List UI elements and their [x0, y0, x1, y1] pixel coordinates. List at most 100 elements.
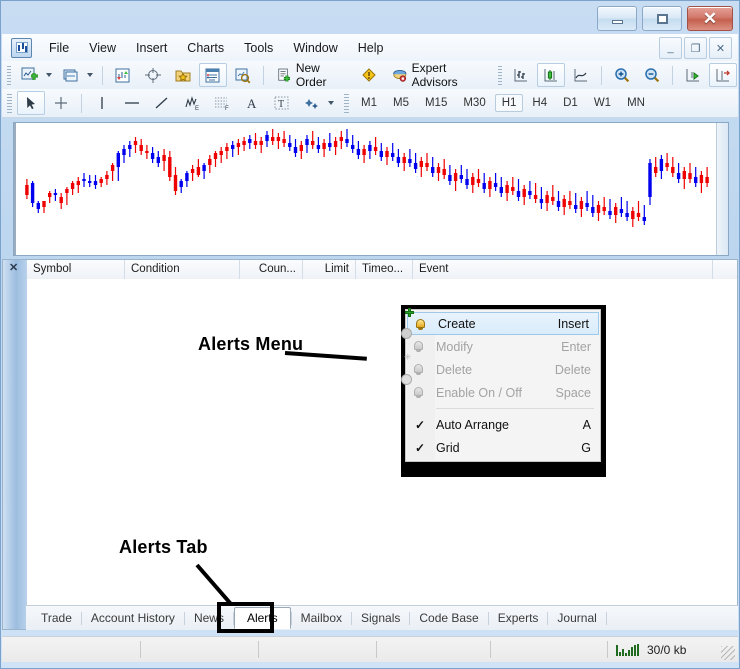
- column-header-limit[interactable]: Limit: [303, 260, 356, 279]
- zoom-out-icon[interactable]: [638, 63, 666, 87]
- navigator-icon[interactable]: [169, 63, 197, 87]
- timeframe-m15[interactable]: M15: [418, 94, 454, 112]
- mdi-close-button[interactable]: ✕: [709, 37, 732, 59]
- zoom-in-icon[interactable]: [608, 63, 636, 87]
- menu-item-auto-arrange[interactable]: ✓ Auto Arrange A: [406, 413, 600, 436]
- data-window-icon[interactable]: [199, 63, 228, 87]
- timeframe-m5[interactable]: M5: [386, 94, 416, 112]
- new-order-button[interactable]: New Order: [270, 61, 353, 89]
- timeframe-d1[interactable]: D1: [556, 94, 585, 112]
- resize-grip[interactable]: [721, 646, 735, 660]
- menu-item-view[interactable]: View: [80, 37, 125, 59]
- text-icon[interactable]: A: [238, 91, 266, 115]
- tab-signals[interactable]: Signals: [352, 608, 409, 628]
- menu-item-create[interactable]: Create Insert: [405, 308, 599, 335]
- menu-item-insert[interactable]: Insert: [127, 37, 176, 59]
- timeframe-m30[interactable]: M30: [456, 94, 492, 112]
- menu-item-label: Grid: [436, 440, 460, 455]
- close-button[interactable]: ✕: [687, 6, 733, 31]
- column-header-condition[interactable]: Condition: [125, 260, 240, 279]
- menu-item-label: Enable On / Off: [436, 385, 522, 400]
- expert-advisors-button[interactable]: Expert Advisors: [385, 61, 491, 89]
- menu-item-shortcut: Delete: [554, 362, 591, 377]
- crosshair-icon[interactable]: [47, 91, 75, 115]
- column-header-symbol[interactable]: Symbol: [27, 260, 125, 279]
- menu-item-charts[interactable]: Charts: [178, 37, 233, 59]
- mdi-restore-button[interactable]: ❐: [684, 37, 707, 59]
- menu-bar: File View Insert Charts Tools Window Hel…: [2, 34, 738, 62]
- open-profile-icon[interactable]: [57, 63, 85, 87]
- svg-text:T: T: [278, 99, 284, 110]
- svg-text:F: F: [225, 106, 229, 111]
- menu-item-help[interactable]: Help: [349, 37, 393, 59]
- main-toolbar: New Order Expert Advisors: [2, 61, 738, 90]
- column-header-timeo[interactable]: Timeo...: [356, 260, 413, 279]
- chart-pane[interactable]: [13, 122, 729, 256]
- fibonacci-icon[interactable]: F: [208, 91, 236, 115]
- tab-mailbox[interactable]: Mailbox: [292, 608, 351, 628]
- timeframe-m1[interactable]: M1: [354, 94, 384, 112]
- alerts-grid[interactable]: [27, 279, 737, 629]
- vertical-line-icon[interactable]: [88, 91, 116, 115]
- bar-chart-icon[interactable]: [507, 63, 535, 87]
- bell-enable-icon: [401, 374, 428, 401]
- menu-item-enable-on-off: Enable On / Off Space: [401, 374, 600, 404]
- tab-separator: [605, 611, 607, 625]
- maximize-button[interactable]: [642, 6, 682, 31]
- toolbar-grip[interactable]: [7, 93, 12, 113]
- tab-trade[interactable]: Trade: [32, 608, 81, 628]
- tab-alerts[interactable]: Alerts: [233, 607, 291, 629]
- toolbar-grip[interactable]: [344, 93, 349, 113]
- horizontal-line-icon[interactable]: [118, 91, 146, 115]
- menu-item-label: Delete: [436, 362, 473, 377]
- auto-scroll-icon[interactable]: [679, 63, 707, 87]
- crosshair-icon[interactable]: [139, 63, 167, 87]
- toolbar-separator: [102, 65, 104, 85]
- menu-item-window[interactable]: Window: [284, 37, 346, 59]
- line-chart-icon[interactable]: [567, 63, 595, 87]
- chart-scrollbar[interactable]: [716, 123, 728, 255]
- elliott-wave-icon[interactable]: E: [178, 91, 206, 115]
- tab-experts[interactable]: Experts: [489, 608, 548, 628]
- window-controls: ✕: [597, 6, 733, 31]
- trendline-icon[interactable]: [148, 91, 176, 115]
- cursor-icon[interactable]: [17, 91, 45, 115]
- tab-news[interactable]: News: [185, 608, 233, 628]
- maximize-icon: [656, 13, 668, 24]
- checkmark-icon: ✓: [415, 440, 426, 455]
- menu-item-file[interactable]: File: [40, 37, 78, 59]
- timeframe-w1[interactable]: W1: [587, 94, 618, 112]
- new-chart-dropdown-icon[interactable]: [46, 73, 53, 77]
- svg-text:A: A: [247, 96, 257, 111]
- terminal-sidebar: ✕ Terminal: [3, 260, 28, 629]
- mdi-minimize-button[interactable]: _: [659, 37, 682, 59]
- text-label-icon[interactable]: T: [268, 91, 296, 115]
- column-header-event[interactable]: Event: [413, 260, 713, 279]
- tab-code-base[interactable]: Code Base: [410, 608, 487, 628]
- mdi-window-controls: _ ❐ ✕: [659, 37, 732, 59]
- column-header-coun[interactable]: Coun...: [240, 260, 303, 279]
- toolbar-separator: [672, 65, 674, 85]
- terminal-close-icon[interactable]: ✕: [9, 263, 18, 274]
- timeframe-h1[interactable]: H1: [494, 94, 524, 112]
- timeframe-mn[interactable]: MN: [620, 94, 652, 112]
- tab-account-history[interactable]: Account History: [82, 608, 184, 628]
- new-chart-icon[interactable]: [16, 63, 44, 87]
- alert-icon[interactable]: [355, 63, 383, 87]
- minimize-button[interactable]: [597, 6, 637, 31]
- candlestick-chart-icon[interactable]: [537, 63, 566, 87]
- market-watch-icon[interactable]: [109, 63, 137, 87]
- shapes-dropdown-icon[interactable]: [328, 101, 334, 105]
- open-profile-dropdown-icon[interactable]: [87, 73, 94, 77]
- timeframe-h4[interactable]: H4: [525, 94, 554, 112]
- menu-item-grid[interactable]: ✓ Grid G: [406, 436, 600, 459]
- chart-shift-icon[interactable]: [709, 63, 738, 87]
- tab-journal[interactable]: Journal: [548, 608, 605, 628]
- terminal-icon[interactable]: [229, 63, 257, 87]
- menu-item-tools[interactable]: Tools: [235, 37, 282, 59]
- toolbar-grip[interactable]: [497, 65, 503, 85]
- shapes-icon[interactable]: [298, 91, 326, 115]
- signal-strength-icon[interactable]: [616, 643, 639, 656]
- minimize-icon: [611, 19, 623, 24]
- toolbar-grip[interactable]: [7, 65, 12, 85]
